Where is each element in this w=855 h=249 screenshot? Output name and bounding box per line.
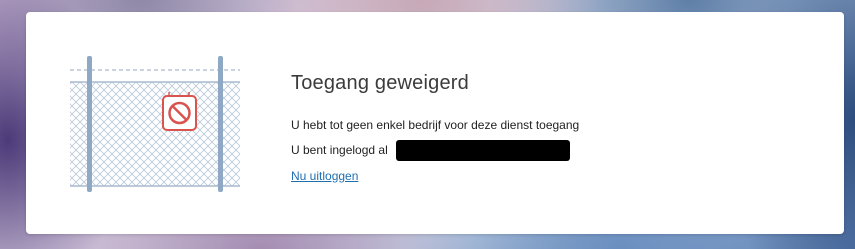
access-denied-card: Toegang geweigerd U hebt tot geen enkel …	[26, 12, 844, 234]
logout-link[interactable]: Nu uitloggen	[291, 169, 358, 184]
no-access-message: U hebt tot geen enkel bedrijf voor deze …	[291, 118, 580, 132]
page-title: Toegang geweigerd	[291, 72, 469, 94]
fence-mesh	[70, 82, 240, 186]
access-denied-content: Toegang geweigerd U hebt tot geen enkel …	[291, 70, 811, 183]
fence-post-left	[87, 56, 92, 192]
no-entry-sign-icon	[162, 92, 197, 131]
fence-post-right	[218, 56, 223, 192]
redacted-user-account	[396, 140, 570, 161]
logged-in-label: U bent ingelogd al	[291, 143, 388, 157]
fence-illustration	[68, 54, 244, 196]
fence-icon	[70, 56, 240, 192]
